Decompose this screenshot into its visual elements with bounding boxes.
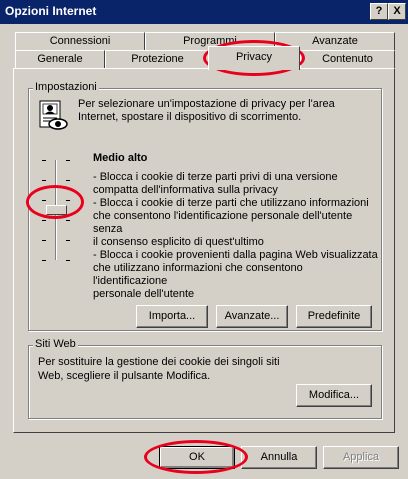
- tab-label: Avanzate: [312, 35, 358, 47]
- default-button-label: Predefinite: [307, 310, 361, 322]
- internet-options-dialog: Opzioni Internet ? X Connessioni Program…: [0, 0, 408, 479]
- apply-button-label: Applica: [342, 451, 380, 463]
- privacy-level-detail-line: - Blocca i cookie provenienti dalla pagi…: [93, 249, 378, 261]
- tab-label: Protezione: [131, 53, 184, 65]
- cancel-button-label: Annulla: [260, 451, 298, 463]
- edit-button[interactable]: Modifica...: [296, 384, 372, 407]
- privacy-level-detail-line: il consenso esplicito di quest'ultimo: [93, 236, 264, 248]
- slider-tick: [42, 200, 46, 201]
- privacy-level-details: - Blocca i cookie di terze parti privi d…: [93, 171, 378, 301]
- tab-label: Privacy: [235, 51, 273, 63]
- privacy-level-detail-line: compatta dell'informativa sulla privacy: [93, 184, 278, 196]
- slider-thumb[interactable]: [46, 205, 67, 215]
- websites-group-legend: Siti Web: [33, 338, 78, 350]
- advanced-button[interactable]: Avanzate...: [216, 305, 288, 328]
- privacy-level-detail-line: personale dell'utente: [93, 288, 195, 300]
- privacy-level-detail-line: che utilizzano informazioni che consento…: [93, 262, 303, 287]
- slider-tick: [42, 160, 46, 161]
- tab-label: Generale: [37, 53, 83, 65]
- edit-button-label: Modifica...: [308, 389, 360, 401]
- slider-tick: [42, 240, 46, 241]
- slider-tick: [66, 260, 70, 261]
- slider-tick: [66, 220, 70, 221]
- tab-generale[interactable]: Generale: [15, 50, 105, 68]
- tab-label: Connessioni: [49, 35, 111, 47]
- advanced-button-label: Avanzate...: [224, 310, 280, 322]
- tab-label: Contenuto: [322, 53, 373, 65]
- tab-contenuto[interactable]: Contenuto: [300, 50, 395, 68]
- privacy-level-title: Medio alto: [93, 152, 148, 164]
- close-button[interactable]: X: [388, 3, 406, 20]
- window-title: Opzioni Internet: [5, 4, 97, 18]
- privacy-level-detail-line: - Blocca i cookie di terze parti privi d…: [93, 171, 338, 183]
- websites-description-line-2: Web, scegliere il pulsante Modifica.: [38, 370, 211, 382]
- title-bar[interactable]: Opzioni Internet ? X: [0, 0, 408, 24]
- cancel-button[interactable]: Annulla: [241, 446, 317, 469]
- websites-description-line-1: Per sostituire la gestione dei cookie de…: [38, 356, 280, 368]
- slider-tick: [42, 180, 46, 181]
- ok-button[interactable]: OK: [159, 446, 235, 469]
- apply-button[interactable]: Applica: [323, 446, 399, 469]
- import-button[interactable]: Importa...: [136, 305, 208, 328]
- settings-description: Per selezionare un'impostazione di priva…: [78, 98, 335, 123]
- privacy-settings-icon: [38, 100, 70, 132]
- privacy-level-detail-line: - Blocca i cookie di terze parti che uti…: [93, 197, 369, 209]
- slider-tick: [66, 200, 70, 201]
- settings-group-legend: Impostazioni: [33, 81, 99, 93]
- default-button[interactable]: Predefinite: [296, 305, 372, 328]
- ok-button-label: OK: [189, 451, 205, 463]
- slider-tick: [42, 220, 46, 221]
- close-icon: X: [393, 5, 401, 17]
- slider-tick: [66, 160, 70, 161]
- slider-tick: [66, 180, 70, 181]
- import-button-label: Importa...: [148, 310, 196, 322]
- slider-tick: [42, 260, 46, 261]
- tab-connessioni[interactable]: Connessioni: [15, 32, 145, 50]
- tab-privacy[interactable]: Privacy: [208, 46, 300, 70]
- privacy-slider[interactable]: [40, 160, 70, 261]
- tab-protezione[interactable]: Protezione: [105, 50, 210, 68]
- help-icon: ?: [375, 5, 383, 17]
- help-button[interactable]: ?: [370, 3, 388, 20]
- privacy-level-detail-line: che consentono l'identificazione persona…: [93, 210, 353, 235]
- slider-tick: [66, 240, 70, 241]
